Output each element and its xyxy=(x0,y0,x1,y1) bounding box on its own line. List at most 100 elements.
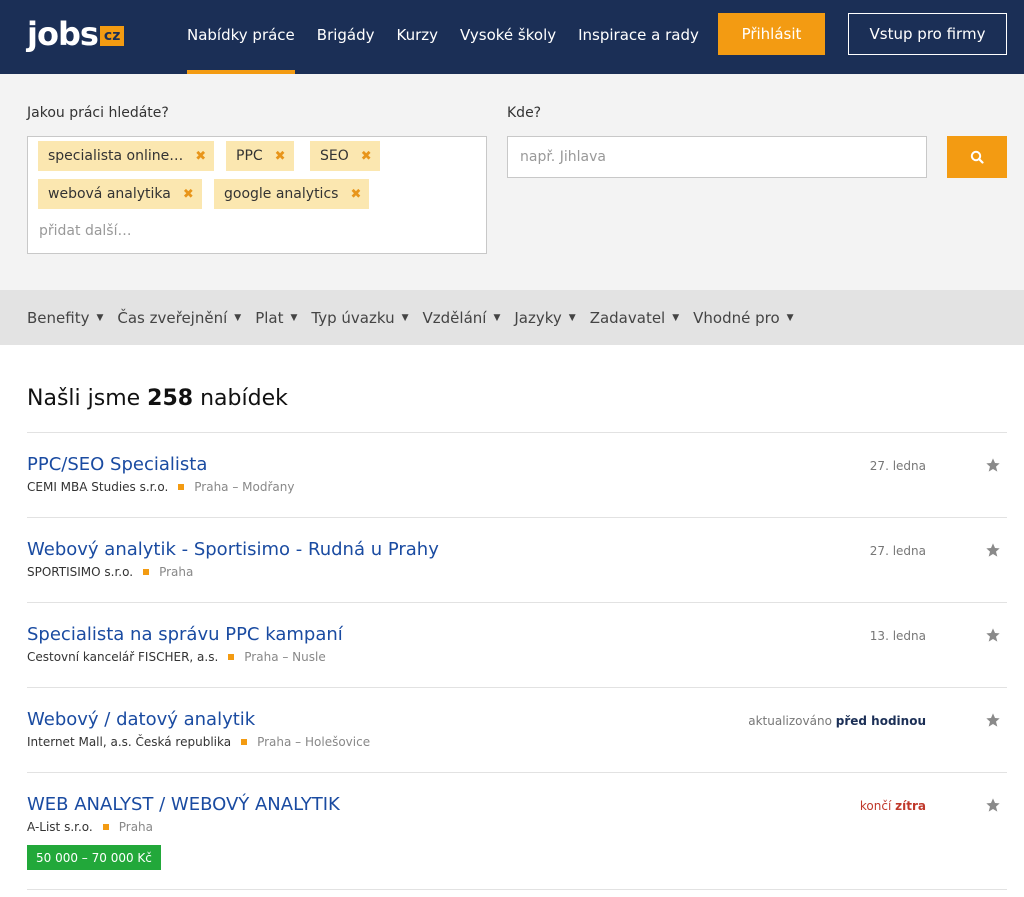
tag-chip: specialista online… ✖ xyxy=(38,141,215,171)
bullet-icon xyxy=(241,739,248,745)
date-prefix: končí xyxy=(859,799,892,813)
nav-item-inspirace-a-rady[interactable]: Inspirace a rady xyxy=(578,0,699,74)
job-date: 27. ledna xyxy=(869,544,926,558)
job-meta: SPORTISIMO s.r.o. Praha xyxy=(27,565,193,579)
job-title-link[interactable]: WEB ANALYST / WEBOVÝ ANALYTIK xyxy=(27,794,340,815)
add-tag-placeholder[interactable]: přidat další… xyxy=(39,223,131,239)
tag-label: google analytics xyxy=(224,186,339,202)
results-prefix: Našli jsme xyxy=(27,386,141,411)
search-button[interactable] xyxy=(947,136,1007,178)
nav-item-nabidky-prace[interactable]: Nabídky práce xyxy=(187,0,295,74)
job-location: Praha xyxy=(159,565,194,579)
remove-tag-icon[interactable]: ✖ xyxy=(361,149,372,164)
star-icon[interactable] xyxy=(985,542,1001,558)
caret-down-icon: ▼ xyxy=(672,312,680,323)
nav-item-brigady[interactable]: Brigády xyxy=(317,0,375,74)
filter-zadavatel[interactable]: Zadavatel ▼ xyxy=(590,309,679,327)
job-deadline: končí zítra xyxy=(860,799,926,813)
salary-badge: 50 000 – 70 000 Kč xyxy=(27,845,161,870)
star-icon[interactable] xyxy=(985,797,1001,813)
date-highlight: zítra xyxy=(895,799,926,813)
tag-chip: webová analytika ✖ xyxy=(38,179,202,209)
location-input[interactable]: např. Jihlava xyxy=(507,136,927,178)
filter-jazyky[interactable]: Jazyky ▼ xyxy=(514,309,575,327)
search-panel: Jakou práci hledáte? Kde? specialista on… xyxy=(0,74,1024,290)
caret-down-icon: ▼ xyxy=(786,312,794,323)
filter-label: Jazyky xyxy=(514,308,562,327)
logo-badge: cz xyxy=(99,26,125,46)
jobs-cz-logo[interactable]: jobs cz xyxy=(27,14,125,54)
site-header: jobs cz Nabídky práce Brigády Kurzy Vyso… xyxy=(0,0,1024,74)
remove-tag-icon[interactable]: ✖ xyxy=(350,187,361,202)
date-prefix: aktualizováno xyxy=(748,714,832,728)
job-title-link[interactable]: Webový / datový analytik xyxy=(27,709,255,730)
tag-label: webová analytika xyxy=(48,186,171,202)
job-row: Webový / datový analytik Internet Mall, … xyxy=(27,687,1007,772)
star-icon[interactable] xyxy=(985,712,1001,728)
remove-tag-icon[interactable]: ✖ xyxy=(195,149,206,164)
caret-down-icon: ▼ xyxy=(234,312,242,323)
nav-item-kurzy[interactable]: Kurzy xyxy=(397,0,439,74)
results-count-heading: Našli jsme 258 nabídek xyxy=(27,386,288,411)
job-title-link[interactable]: Webový analytik - Sportisimo - Rudná u P… xyxy=(27,539,439,560)
job-row: Webový analytik - Sportisimo - Rudná u P… xyxy=(27,517,1007,602)
filter-typ-uvazku[interactable]: Typ úvazku ▼ xyxy=(311,309,408,327)
bullet-icon xyxy=(178,484,185,490)
results-suffix: nabídek xyxy=(200,386,288,411)
remove-tag-icon[interactable]: ✖ xyxy=(275,149,286,164)
firms-entry-button[interactable]: Vstup pro firmy xyxy=(848,13,1007,55)
star-icon[interactable] xyxy=(985,627,1001,643)
filter-label: Benefity xyxy=(27,308,90,327)
job-meta: CEMI MBA Studies s.r.o. Praha – Modřany xyxy=(27,480,294,494)
caret-down-icon: ▼ xyxy=(96,312,104,323)
nav-item-vysoke-skoly[interactable]: Vysoké školy xyxy=(460,0,556,74)
filter-label: Čas zveřejnění xyxy=(117,308,228,327)
bullet-icon xyxy=(102,824,109,830)
job-location: Praha xyxy=(118,820,154,834)
main-nav: Nabídky práce Brigády Kurzy Vysoké školy… xyxy=(187,0,721,74)
job-date: 13. ledna xyxy=(869,629,926,643)
filter-label: Zadavatel xyxy=(589,308,666,327)
tag-label: SEO xyxy=(320,148,349,164)
remove-tag-icon[interactable]: ✖ xyxy=(183,187,194,202)
filter-plat[interactable]: Plat ▼ xyxy=(255,309,297,327)
caret-down-icon: ▼ xyxy=(568,312,576,323)
results-count: 258 xyxy=(147,386,194,411)
bullet-icon xyxy=(228,654,235,660)
filter-label: Vhodné pro xyxy=(693,308,780,327)
search-icon xyxy=(970,150,984,164)
tag-label: specialista online… xyxy=(48,148,184,164)
login-button[interactable]: Přihlásit xyxy=(718,13,825,55)
tag-chip: google analytics ✖ xyxy=(214,179,370,209)
bullet-icon xyxy=(143,569,150,575)
job-list: PPC/SEO Specialista CEMI MBA Studies s.r… xyxy=(27,432,1007,890)
job-row: PPC/SEO Specialista CEMI MBA Studies s.r… xyxy=(27,432,1007,517)
caret-down-icon: ▼ xyxy=(401,312,409,323)
filter-bar: Benefity ▼ Čas zveřejnění ▼ Plat ▼ Typ úvaz… xyxy=(0,290,1024,345)
job-row: WEB ANALYST / WEBOVÝ ANALYTIK A-List s.r… xyxy=(27,772,1007,890)
job-title-link[interactable]: Specialista na správu PPC kampaní xyxy=(27,624,343,645)
filter-benefity[interactable]: Benefity ▼ xyxy=(27,309,103,327)
filter-vzdelani[interactable]: Vzdělání ▼ xyxy=(423,309,501,327)
job-date: aktualizováno před hodinou xyxy=(748,714,926,728)
filter-label: Plat xyxy=(255,308,284,327)
job-meta: Cestovní kancelář FISCHER, a.s. Praha – … xyxy=(27,650,326,664)
filter-vhodne-pro[interactable]: Vhodné pro ▼ xyxy=(693,309,793,327)
job-date: 27. ledna xyxy=(869,459,926,473)
where-label: Kde? xyxy=(507,105,542,121)
job-title-link[interactable]: PPC/SEO Specialista xyxy=(27,454,207,475)
what-label: Jakou práci hledáte? xyxy=(27,105,169,121)
caret-down-icon: ▼ xyxy=(290,312,298,323)
star-icon[interactable] xyxy=(985,457,1001,473)
filter-cas-zverejneni[interactable]: Čas zveřejnění ▼ xyxy=(117,309,241,327)
caret-down-icon: ▼ xyxy=(493,312,501,323)
company-name: CEMI MBA Studies s.r.o. xyxy=(27,480,169,494)
logo-text: jobs xyxy=(27,15,99,53)
job-location: Praha – Nusle xyxy=(244,650,326,664)
job-location: Praha – Holešovice xyxy=(257,735,371,749)
job-meta: Internet Mall, a.s. Česká republika Prah… xyxy=(27,735,370,749)
company-name: Cestovní kancelář FISCHER, a.s. xyxy=(27,650,219,664)
keyword-tags-input[interactable]: specialista online… ✖ PPC ✖ SEO ✖ webová… xyxy=(27,136,487,254)
job-location: Praha – Modřany xyxy=(194,480,295,494)
company-name: Internet Mall, a.s. Česká republika xyxy=(27,735,232,749)
